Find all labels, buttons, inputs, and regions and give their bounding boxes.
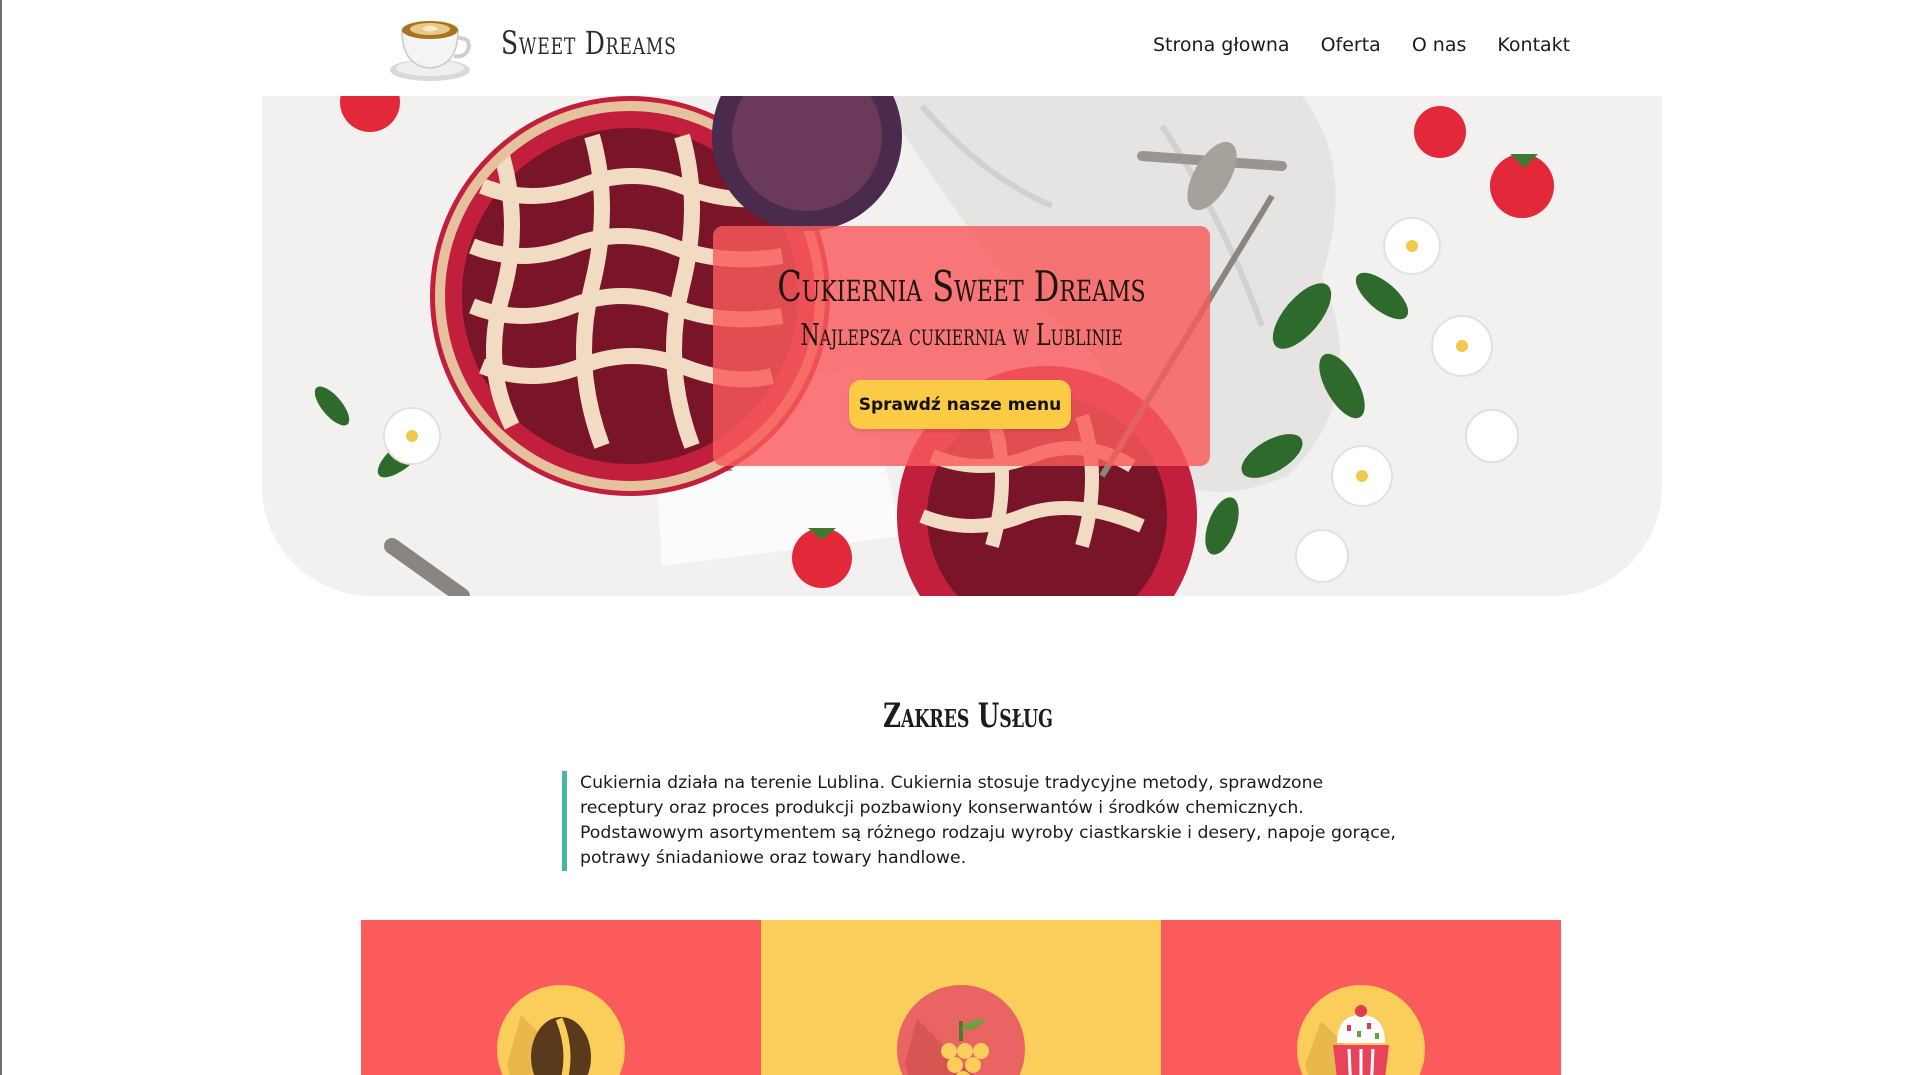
services-title: Zakres Usług — [883, 696, 1053, 736]
nav-item-home[interactable]: Strona głowna — [1153, 34, 1290, 56]
brand-name[interactable]: Sweet Dreams — [501, 24, 677, 62]
coffee-bean-icon — [497, 985, 625, 1075]
cupcake-icon — [1297, 985, 1425, 1075]
coffee-cup-logo-icon[interactable] — [388, 8, 474, 84]
feature-tiles — [361, 920, 1561, 1075]
check-menu-button[interactable]: Sprawdź nasze menu — [849, 380, 1071, 429]
hero-title: Cukiernia Sweet Dreams — [777, 262, 1146, 311]
nav-item-contact[interactable]: Kontakt — [1497, 34, 1570, 56]
services-description: Cukiernia działa na terenie Lublina. Cuk… — [562, 771, 1402, 871]
nav-item-about[interactable]: O nas — [1412, 34, 1467, 56]
hero-banner: Cukiernia Sweet Dreams Najlepsza cukiern… — [262, 96, 1662, 596]
tile-fruit[interactable] — [761, 920, 1161, 1075]
grapes-icon — [897, 985, 1025, 1075]
tile-desserts[interactable] — [1161, 920, 1561, 1075]
hero-card: Cukiernia Sweet Dreams Najlepsza cukiern… — [713, 226, 1210, 466]
nav-item-offer[interactable]: Oferta — [1321, 34, 1381, 56]
main-navigation: Strona głowna Oferta O nas Kontakt — [1153, 34, 1570, 56]
tile-coffee[interactable] — [361, 920, 761, 1075]
page-left-border — [0, 0, 2, 1075]
site-header: Sweet Dreams Strona głowna Oferta O nas … — [0, 0, 1919, 96]
hero-subtitle: Najlepsza cukiernia w Lublinie — [800, 318, 1123, 353]
